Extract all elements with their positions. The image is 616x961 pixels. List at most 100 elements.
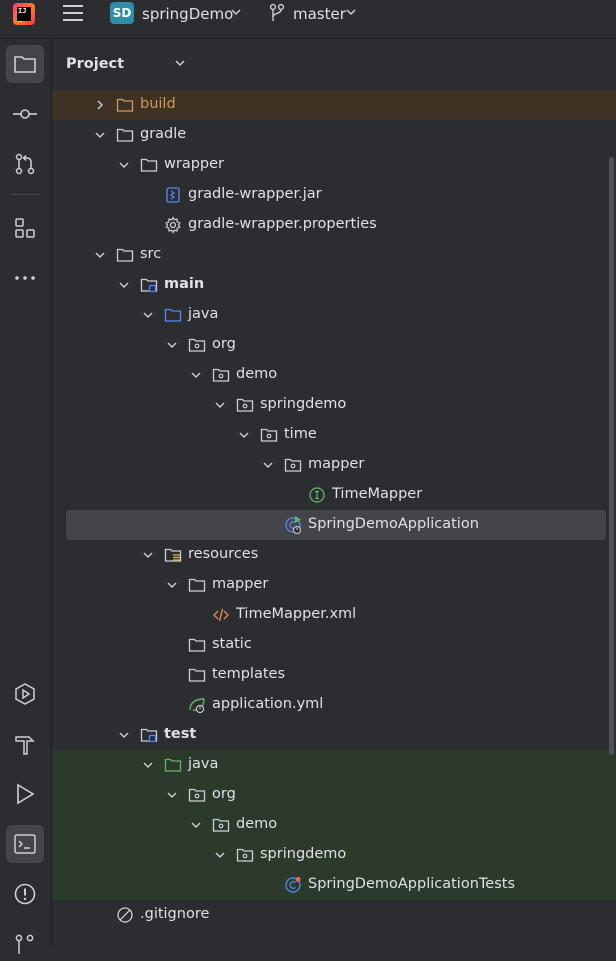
chevron-down-icon[interactable] — [118, 729, 130, 741]
services-icon — [15, 683, 35, 705]
tree-item-label: SpringDemoApplication — [308, 516, 479, 532]
tree-item-label: test — [164, 726, 197, 742]
tree-item-label: templates — [212, 666, 286, 682]
tree-row[interactable]: gradle-wrapper.properties — [52, 210, 616, 240]
tree-row[interactable]: main — [52, 270, 616, 300]
chevron-down-icon[interactable] — [230, 8, 242, 18]
run-tool-button[interactable] — [6, 775, 44, 813]
chevron-down-icon[interactable] — [214, 849, 226, 861]
panel-title[interactable]: Project — [66, 56, 124, 72]
chevron-down-icon[interactable] — [142, 549, 154, 561]
git-icon — [15, 934, 34, 954]
tree-row[interactable]: gradle — [52, 120, 616, 150]
chevron-down-icon[interactable] — [262, 459, 274, 471]
tool-window-sidebar — [0, 39, 52, 954]
tree-item-label: TimeMapper — [332, 486, 423, 502]
branch-name[interactable]: master — [293, 5, 346, 23]
chevron-down-icon[interactable] — [94, 129, 106, 141]
tree-row[interactable]: SpringDemoApplicationTests — [52, 870, 616, 900]
tree-item-label: mapper — [308, 456, 365, 472]
tree-row[interactable]: SpringDemoApplication — [66, 510, 606, 540]
tree-row[interactable]: test — [52, 720, 616, 750]
pull-requests-tool-button[interactable] — [6, 145, 44, 183]
chevron-down-icon[interactable] — [174, 59, 186, 69]
tree-row[interactable]: build — [52, 90, 616, 120]
more-icon — [15, 276, 35, 280]
terminal-icon — [14, 834, 36, 854]
chevron-down-icon[interactable] — [118, 159, 130, 171]
tree-row[interactable]: org — [52, 330, 616, 360]
chevron-down-icon[interactable] — [345, 8, 357, 18]
tree-item-label: java — [188, 756, 219, 772]
commit-tool-button[interactable] — [6, 95, 44, 133]
tree-row[interactable]: templates — [52, 660, 616, 690]
problems-tool-button[interactable] — [6, 875, 44, 913]
tree-row[interactable]: .gitignore — [52, 900, 616, 930]
spring-boot-class-icon — [285, 516, 302, 534]
pull-request-icon — [15, 153, 35, 175]
run-icon — [17, 783, 35, 805]
tree-item-label: gradle-wrapper.properties — [188, 216, 377, 232]
tree-row[interactable]: TimeMapper — [52, 480, 616, 510]
structure-tool-button[interactable] — [6, 209, 44, 247]
folder-icon — [116, 248, 134, 262]
chevron-down-icon[interactable] — [142, 309, 154, 321]
tree-row[interactable]: wrapper — [52, 150, 616, 180]
tree-row[interactable]: application.yml — [52, 690, 616, 720]
package-icon — [236, 848, 254, 862]
project-tool-button[interactable] — [6, 45, 44, 83]
project-badge[interactable]: SD — [110, 2, 134, 24]
tree-item-label: java — [188, 306, 219, 322]
tree-row[interactable]: springdemo — [52, 840, 616, 870]
chevron-down-icon[interactable] — [190, 819, 202, 831]
tree-row[interactable]: time — [52, 420, 616, 450]
more-tools-button[interactable] — [6, 259, 44, 297]
services-tool-button[interactable] — [6, 675, 44, 713]
tree-row[interactable]: java — [52, 300, 616, 330]
chevron-down-icon[interactable] — [166, 579, 178, 591]
chevron-down-icon[interactable] — [214, 399, 226, 411]
intellij-logo-icon[interactable]: IJ _ — [13, 3, 35, 25]
package-icon — [260, 428, 278, 442]
tree-row[interactable]: mapper — [52, 450, 616, 480]
project-name[interactable]: springDemo — [142, 5, 233, 23]
tree-item-label: resources — [188, 546, 259, 562]
title-bar: IJ _ SD springDemo master — [0, 0, 616, 39]
tree-item-label: .gitignore — [140, 906, 210, 922]
chevron-down-icon[interactable] — [190, 369, 202, 381]
build-tool-button[interactable] — [6, 725, 44, 763]
gear-icon — [165, 216, 181, 234]
chevron-down-icon[interactable] — [118, 279, 130, 291]
tree-row[interactable]: mapper — [52, 570, 616, 600]
chevron-right-icon[interactable] — [94, 99, 106, 111]
package-icon — [236, 398, 254, 412]
chevron-down-icon[interactable] — [142, 759, 154, 771]
chevron-down-icon[interactable] — [166, 339, 178, 351]
tree-row[interactable]: static — [52, 630, 616, 660]
tree-row[interactable]: TimeMapper.xml — [52, 600, 616, 630]
tree-row[interactable]: springdemo — [52, 390, 616, 420]
git-branch-icon[interactable] — [268, 3, 286, 23]
tree-row[interactable]: resources — [52, 540, 616, 570]
tree-item-label: springdemo — [260, 846, 347, 862]
tree-row[interactable]: demo — [52, 810, 616, 840]
tree-row[interactable]: demo — [52, 360, 616, 390]
tree-item-label: org — [212, 786, 236, 802]
folder-icon — [188, 578, 206, 592]
tree-item-label: gradle-wrapper.jar — [188, 186, 322, 202]
tree-item-label: wrapper — [164, 156, 224, 172]
tree-row[interactable]: java — [52, 750, 616, 780]
tree-row[interactable]: src — [52, 240, 616, 270]
folder-icon — [140, 158, 158, 172]
chevron-down-icon[interactable] — [166, 789, 178, 801]
git-tool-button[interactable] — [6, 923, 44, 961]
terminal-tool-button[interactable] — [6, 825, 44, 863]
tree-item-label: main — [164, 276, 205, 292]
tree-row[interactable]: org — [52, 780, 616, 810]
tree-row[interactable]: gradle-wrapper.jar — [52, 180, 616, 210]
chevron-down-icon[interactable] — [94, 249, 106, 261]
vertical-scrollbar[interactable] — [609, 157, 614, 755]
chevron-down-icon[interactable] — [238, 429, 250, 441]
test-source-folder-icon — [164, 758, 182, 772]
hamburger-menu-icon[interactable] — [62, 2, 84, 24]
